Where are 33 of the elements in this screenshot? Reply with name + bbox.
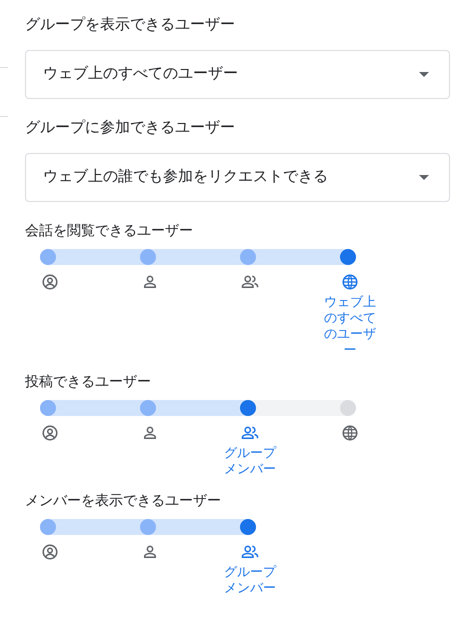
person-icon[interactable]: [141, 424, 159, 442]
person-icon[interactable]: [141, 543, 159, 561]
people-icon[interactable]: [241, 424, 259, 442]
dropdown[interactable]: ウェブ上のすべてのユーザー: [25, 50, 450, 99]
slider-track[interactable]: [40, 400, 356, 416]
slider-stop[interactable]: [40, 400, 56, 416]
slider-stop[interactable]: [40, 519, 56, 535]
slider-stop[interactable]: [340, 400, 356, 416]
slider-label: メンバーを表示できるユーザー: [25, 492, 221, 508]
slider-stop[interactable]: [40, 249, 56, 265]
slider-label: 会話を閲覧できるユーザー: [25, 222, 193, 238]
account-circle-icon[interactable]: [41, 543, 59, 561]
dropdown[interactable]: ウェブ上の誰でも参加をリクエストできる: [25, 153, 450, 202]
people-icon[interactable]: [241, 543, 259, 561]
dropdown-arrow-icon: [419, 175, 429, 180]
field-label: グループを表示できるユーザー: [25, 16, 235, 33]
option-label: グループメンバー: [223, 564, 277, 596]
slider-track[interactable]: [40, 519, 256, 535]
slider-track[interactable]: [40, 249, 356, 265]
account-circle-icon[interactable]: [41, 424, 59, 442]
people-icon[interactable]: [241, 273, 259, 291]
option-label: ウェブ上のすべてのユーザー: [323, 294, 377, 358]
slider-thumb[interactable]: [240, 400, 256, 416]
account-circle-icon[interactable]: [41, 273, 59, 291]
slider-thumb[interactable]: [240, 519, 256, 535]
option-label: グループメンバー: [223, 445, 277, 477]
globe-icon[interactable]: [341, 273, 359, 291]
dropdown-arrow-icon: [419, 72, 429, 77]
globe-icon[interactable]: [341, 424, 359, 442]
slider-thumb[interactable]: [340, 249, 356, 265]
person-icon[interactable]: [141, 273, 159, 291]
slider-label: 投稿できるユーザー: [25, 373, 151, 389]
field-label: グループに参加できるユーザー: [25, 119, 235, 136]
